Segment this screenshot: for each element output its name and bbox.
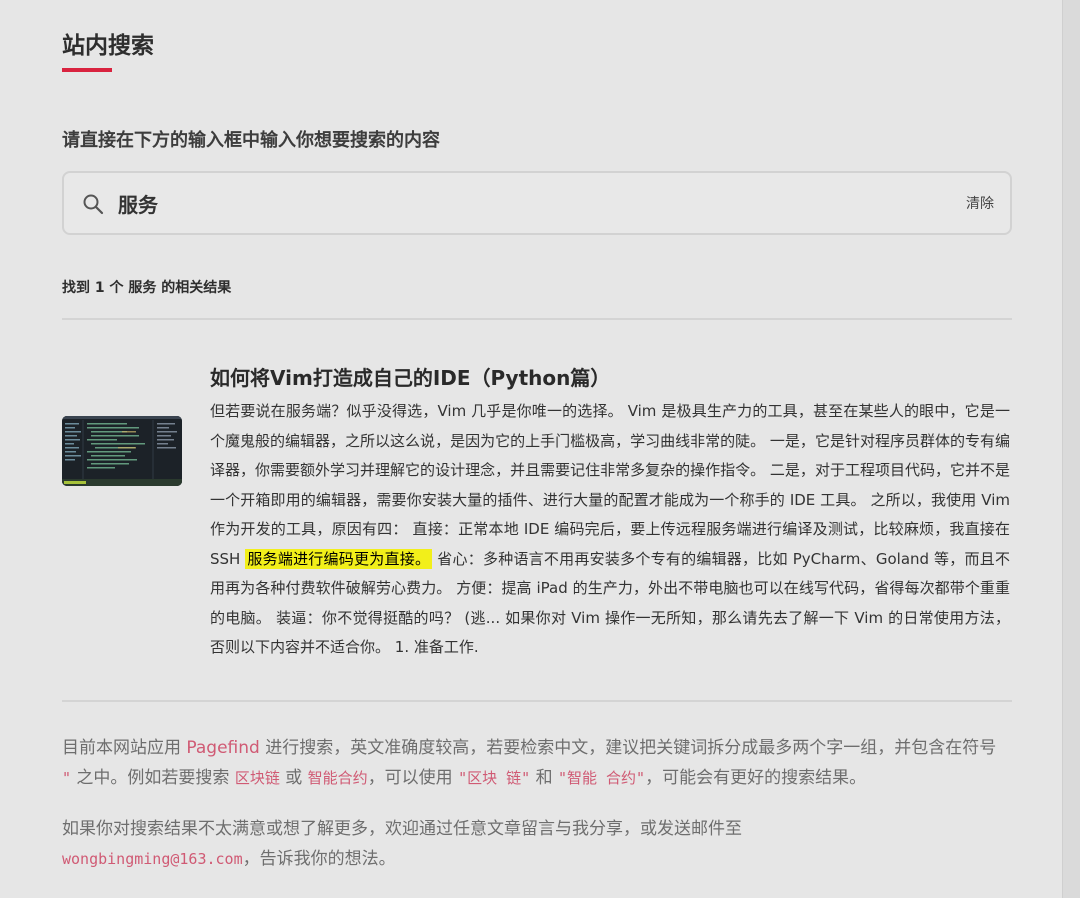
- search-prompt: 请直接在下方的输入框中输入你想要搜索的内容: [62, 130, 440, 151]
- contact-text: 如果你对搜索结果不太满意或想了解更多，欢迎通过任意文章留言与我分享，或发送邮件至: [62, 819, 742, 839]
- result-count: 找到 1 个 服务 的相关结果: [62, 277, 231, 297]
- tip-text: 或: [279, 768, 308, 788]
- result-count-suffix: 的相关结果: [161, 280, 232, 296]
- tip-text: 和: [530, 768, 558, 788]
- result-count-number: 1: [94, 280, 105, 296]
- excerpt-highlight: 服务端进行编码更为直接。: [245, 548, 433, 569]
- tip-text: ，可以使用: [367, 768, 459, 788]
- divider: [62, 700, 1012, 702]
- result-count-unit: 个: [109, 280, 124, 296]
- tip-text: 目前本网站应用: [62, 738, 187, 758]
- tip-text: 进行搜索，英文准确度较高，若要检索中文，建议把关键词拆分成最多两个字一组，并包含…: [259, 738, 997, 758]
- result-thumbnail[interactable]: [62, 416, 182, 486]
- clear-button[interactable]: 清除: [966, 193, 994, 213]
- result-excerpt: 但若要说在服务端？似乎没得选，Vim 几乎是你唯一的选择。 Vim 是极具生产力…: [210, 397, 1010, 663]
- search-box: 清除: [62, 171, 1012, 235]
- page-scroll-rail[interactable]: [1062, 0, 1080, 898]
- excerpt-text: 但若要说在服务端？似乎没得选，Vim 几乎是你唯一的选择。 Vim 是极具生产力…: [210, 402, 1010, 568]
- example-query: "智能 合约": [558, 769, 646, 787]
- search-input[interactable]: [118, 189, 898, 217]
- result-count-term: 服务: [128, 280, 157, 296]
- quote-symbol: ": [62, 769, 72, 787]
- result-title-link[interactable]: 如何将Vim打造成自己的IDE（Python篇）: [210, 362, 610, 391]
- example-keyword: 区块链: [234, 769, 280, 787]
- example-keyword: 智能合约: [307, 769, 368, 787]
- example-query: "区块 链": [458, 769, 531, 787]
- pagefind-link[interactable]: Pagefind: [186, 738, 259, 758]
- tip-text: 之中。例如若要搜索: [71, 768, 235, 788]
- page-title: 站内搜索: [62, 33, 154, 59]
- divider: [62, 318, 1012, 320]
- search-icon: [82, 193, 104, 215]
- contact-note: 如果你对搜索结果不太满意或想了解更多，欢迎通过任意文章留言与我分享，或发送邮件至…: [62, 814, 1008, 874]
- title-underline: [62, 68, 112, 72]
- contact-text: ，告诉我你的想法。: [242, 849, 396, 869]
- search-tip: 目前本网站应用 Pagefind 进行搜索，英文准确度较高，若要检索中文，建议把…: [62, 733, 1008, 793]
- email-link[interactable]: wongbingming@163.com: [62, 850, 243, 868]
- tip-text: ，可能会有更好的搜索结果。: [645, 768, 867, 788]
- result-count-prefix: 找到: [62, 280, 90, 296]
